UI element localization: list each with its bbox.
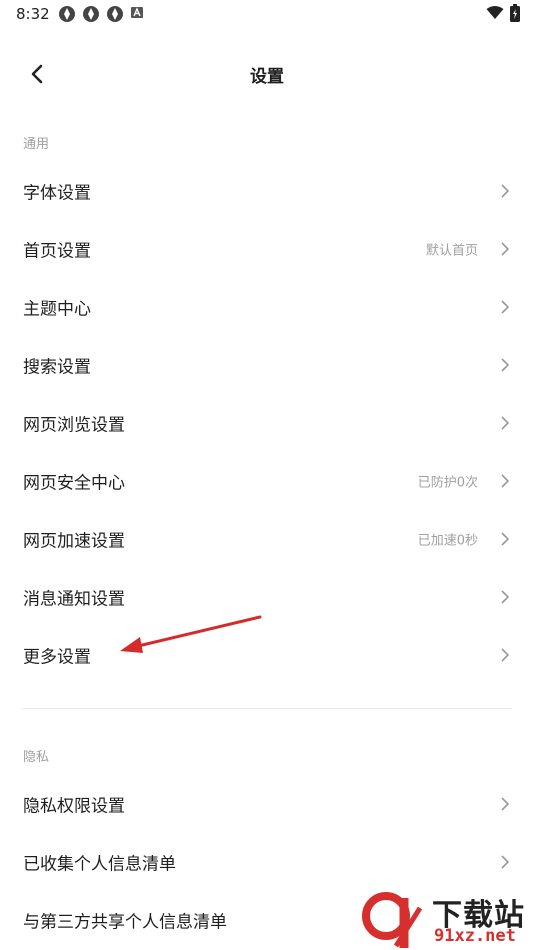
chevron-right-icon bbox=[501, 416, 510, 430]
settings-item-label: 与第三方共享个人信息清单 bbox=[23, 912, 227, 933]
a-badge-icon bbox=[131, 7, 143, 18]
chevron-right-icon bbox=[501, 242, 510, 256]
settings-item-security[interactable]: 网页安全中心 已防护0次 bbox=[0, 452, 534, 510]
section-divider bbox=[22, 708, 512, 709]
settings-item-font[interactable]: 字体设置 bbox=[0, 162, 534, 220]
header: 设置 bbox=[0, 44, 534, 100]
settings-item-label: 隐私权限设置 bbox=[23, 796, 125, 817]
settings-item-label: 网页安全中心 bbox=[23, 473, 125, 494]
settings-item-label: 搜索设置 bbox=[23, 357, 91, 378]
chevron-right-icon bbox=[501, 184, 510, 198]
settings-item-homepage[interactable]: 首页设置 默认首页 bbox=[0, 220, 534, 278]
status-bar: 8:32 bbox=[0, 0, 534, 28]
chevron-right-icon bbox=[501, 648, 510, 662]
chevron-right-icon bbox=[501, 797, 510, 811]
chevron-right-icon bbox=[501, 474, 510, 488]
watermark-url: 91xz.net bbox=[434, 926, 516, 946]
chevron-right-icon bbox=[501, 532, 510, 546]
chevron-right-icon bbox=[501, 358, 510, 372]
settings-item-value: 已防护0次 bbox=[417, 475, 478, 491]
chevron-right-icon bbox=[501, 300, 510, 314]
settings-item-acceleration[interactable]: 网页加速设置 已加速0秒 bbox=[0, 510, 534, 568]
battery-icon bbox=[510, 4, 520, 22]
settings-item-value: 已加速0秒 bbox=[417, 533, 478, 549]
status-time: 8:32 bbox=[16, 5, 50, 23]
settings-item-label: 更多设置 bbox=[23, 647, 91, 668]
settings-item-label: 网页浏览设置 bbox=[23, 415, 125, 436]
app-notification-icon bbox=[83, 6, 99, 22]
settings-item-label: 首页设置 bbox=[23, 241, 91, 262]
settings-item-label: 已收集个人信息清单 bbox=[23, 854, 176, 875]
settings-item-collected-info[interactable]: 已收集个人信息清单 bbox=[0, 833, 534, 891]
settings-item-label: 网页加速设置 bbox=[23, 531, 125, 552]
app-notification-icon bbox=[59, 6, 75, 22]
settings-item-theme[interactable]: 主题中心 bbox=[0, 278, 534, 336]
settings-item-label: 消息通知设置 bbox=[23, 589, 125, 610]
annotation-arrow-icon bbox=[120, 615, 262, 653]
watermark-logo: 下载站 91xz.net bbox=[360, 888, 534, 950]
notification-icons bbox=[58, 5, 144, 23]
wifi-icon bbox=[486, 6, 504, 19]
section-label-general: 通用 bbox=[23, 137, 50, 152]
settings-item-label: 主题中心 bbox=[23, 299, 91, 320]
settings-item-search[interactable]: 搜索设置 bbox=[0, 336, 534, 394]
section-label-privacy: 隐私 bbox=[23, 750, 50, 765]
chevron-right-icon bbox=[501, 855, 510, 869]
app-notification-icon bbox=[107, 6, 123, 22]
settings-item-privacy-permissions[interactable]: 隐私权限设置 bbox=[0, 775, 534, 833]
settings-item-label: 字体设置 bbox=[23, 183, 91, 204]
page-title: 设置 bbox=[250, 67, 284, 87]
chevron-right-icon bbox=[501, 590, 510, 604]
settings-item-value: 默认首页 bbox=[425, 243, 478, 259]
settings-item-browsing[interactable]: 网页浏览设置 bbox=[0, 394, 534, 452]
watermark-emblem-icon bbox=[362, 892, 423, 948]
status-right bbox=[486, 4, 520, 22]
